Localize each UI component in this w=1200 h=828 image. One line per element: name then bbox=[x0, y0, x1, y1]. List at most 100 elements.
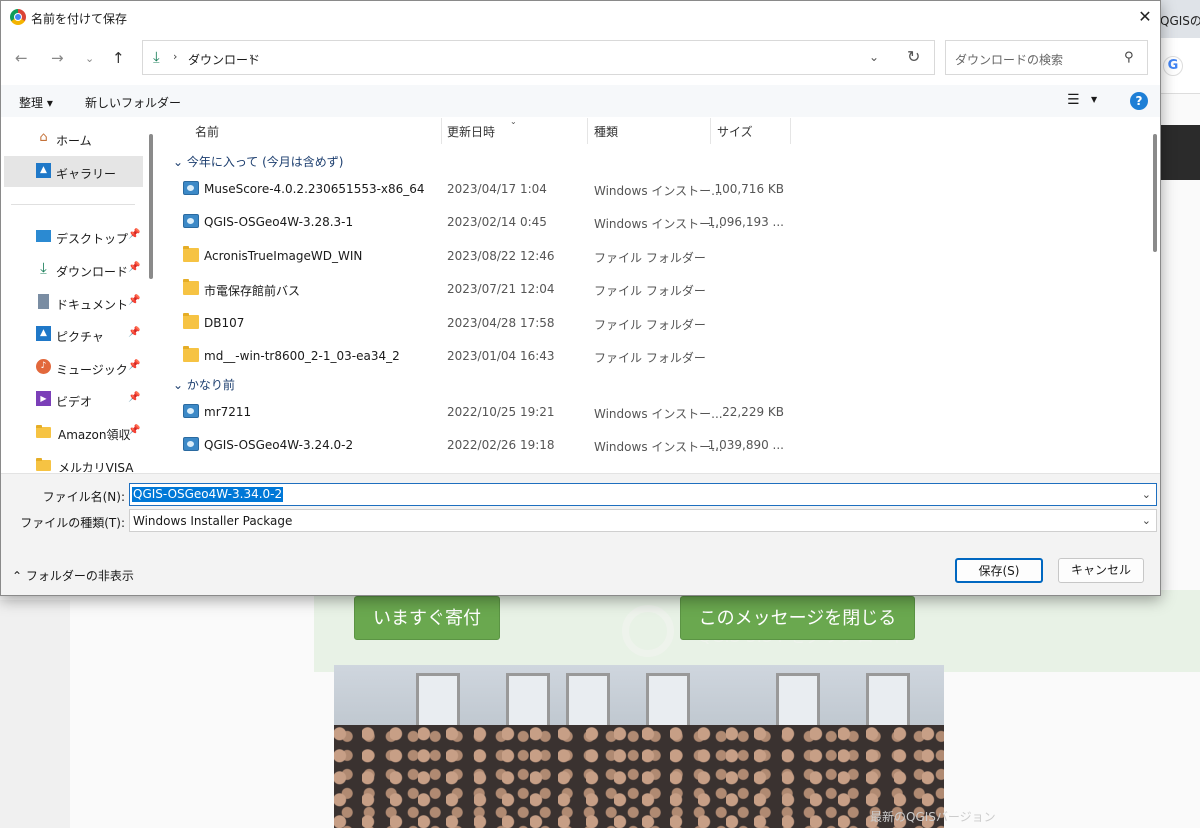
column-header-size[interactable]: サイズ bbox=[711, 118, 753, 144]
folder-icon bbox=[183, 313, 199, 329]
save-as-dialog: 名前を付けて保存 ✕ ← → ⌄ ↑ ⤓ › ダウンロード › ⌄ ↻ ダウンロ… bbox=[0, 0, 1161, 596]
forward-arrow-icon[interactable]: → bbox=[51, 49, 64, 67]
group-header-long-ago[interactable]: ⌄ かなり前 bbox=[173, 376, 235, 393]
sidebar-item-mercari[interactable]: メルカリVISA bbox=[4, 450, 143, 472]
sidebar-item-label: ダウンロード bbox=[56, 265, 129, 279]
column-header-date[interactable]: 更新日時 bbox=[441, 118, 495, 144]
sort-descending-icon: ⌄ bbox=[510, 118, 517, 126]
file-row[interactable]: AcronisTrueImageWD_WIN 2023/08/22 12:46 … bbox=[157, 239, 1150, 272]
address-bar[interactable]: ⤓ › ダウンロード › ⌄ ↻ bbox=[142, 40, 935, 75]
sidebar-item-downloads[interactable]: ⤓ ダウンロード 📌 bbox=[4, 254, 143, 285]
pictures-icon: ▲ bbox=[36, 326, 51, 341]
file-name: 市電保存館前バス bbox=[204, 284, 301, 298]
file-name: QGIS-OSGeo4W-3.28.3-1 bbox=[204, 215, 354, 229]
filename-value[interactable]: QGIS-OSGeo4W-3.34.0-2 bbox=[132, 487, 284, 502]
chevron-down-icon[interactable]: ⌄ bbox=[1142, 488, 1151, 501]
community-photo bbox=[334, 665, 944, 828]
search-input[interactable]: ダウンロードの検索 bbox=[955, 51, 1063, 68]
column-header-type[interactable]: 種類 bbox=[588, 118, 618, 144]
view-options-icon[interactable]: ☰ bbox=[1067, 92, 1080, 108]
music-icon: ♪ bbox=[36, 359, 51, 374]
file-row[interactable]: QGIS-OSGeo4W-3.24.0-2 2022/02/26 19:18 W… bbox=[157, 428, 1150, 461]
pin-icon[interactable]: 📌 bbox=[128, 229, 140, 240]
chevron-right-icon[interactable]: › bbox=[173, 50, 177, 63]
hide-folders-toggle[interactable]: ⌃ フォルダーの非表示 bbox=[12, 567, 134, 584]
google-icon[interactable]: G bbox=[1163, 56, 1183, 76]
chevron-down-icon[interactable]: ▼ bbox=[1091, 95, 1097, 104]
sidebar-item-pictures[interactable]: ▲ ピクチャ 📌 bbox=[4, 319, 143, 350]
filetype-select[interactable]: Windows Installer Package ⌄ bbox=[129, 509, 1157, 532]
pin-icon[interactable]: 📌 bbox=[128, 262, 140, 273]
file-row[interactable]: mr7211 2022/10/25 19:21 Windows インストー...… bbox=[157, 395, 1150, 428]
help-icon[interactable]: ? bbox=[1130, 92, 1148, 110]
sidebar-item-gallery[interactable]: ▲ ギャラリー bbox=[4, 156, 143, 187]
recent-locations-chevron-icon[interactable]: ⌄ bbox=[85, 52, 94, 65]
file-date: 2023/01/04 16:43 bbox=[447, 349, 555, 363]
sidebar-item-label: メルカリVISA bbox=[58, 461, 134, 472]
chevron-down-icon: ⌄ bbox=[173, 378, 187, 392]
search-box[interactable]: ダウンロードの検索 ⚲ bbox=[945, 40, 1148, 75]
filetype-value: Windows Installer Package bbox=[133, 514, 293, 528]
chevron-right-icon[interactable]: › bbox=[249, 50, 253, 63]
file-row[interactable]: MuseScore-4.0.2.230651553-x86_64 2023/04… bbox=[157, 172, 1150, 205]
sidebar-item-amazon[interactable]: Amazon領収 📌 bbox=[4, 417, 143, 448]
sidebar-item-label: ホーム bbox=[56, 134, 92, 148]
file-type: Windows インストー... bbox=[594, 217, 723, 231]
sidebar-item-desktop[interactable]: デスクトップ 📌 bbox=[4, 221, 143, 252]
folder-icon bbox=[183, 246, 199, 262]
up-arrow-icon[interactable]: ↑ bbox=[112, 49, 125, 67]
pin-icon[interactable]: 📌 bbox=[128, 425, 140, 436]
refresh-icon[interactable]: ↻ bbox=[907, 47, 920, 66]
file-row[interactable]: md__-win-tr8600_2-1_03-ea34_2 2023/01/04… bbox=[157, 339, 1150, 372]
file-size: 1,039,890 ... bbox=[707, 438, 784, 452]
file-date: 2023/04/28 17:58 bbox=[447, 316, 555, 330]
file-size: 1,096,193 ... bbox=[707, 215, 784, 229]
chrome-icon bbox=[10, 9, 26, 25]
sidebar-item-label: ピクチャ bbox=[56, 330, 104, 344]
donate-now-button[interactable]: いますぐ寄付 bbox=[354, 596, 500, 640]
back-arrow-icon[interactable]: ← bbox=[15, 49, 28, 67]
page-header-dark bbox=[1160, 125, 1200, 180]
search-icon[interactable]: ⚲ bbox=[1124, 50, 1134, 65]
file-list-scrollbar[interactable] bbox=[1153, 134, 1157, 252]
folder-icon bbox=[36, 458, 51, 471]
organize-button[interactable]: 整理 ▾ bbox=[19, 94, 53, 111]
pin-icon[interactable]: 📌 bbox=[128, 392, 140, 403]
file-row[interactable]: DB107 2023/04/28 17:58 ファイル フォルダー bbox=[157, 306, 1150, 339]
sidebar-item-label: ドキュメント bbox=[56, 298, 129, 312]
file-name: MuseScore-4.0.2.230651553-x86_64 bbox=[204, 182, 425, 196]
sidebar-item-documents[interactable]: ドキュメント 📌 bbox=[4, 287, 143, 318]
file-type: Windows インストー... bbox=[594, 440, 723, 454]
sidebar-divider bbox=[11, 204, 135, 205]
pin-icon[interactable]: 📌 bbox=[128, 360, 140, 371]
close-message-button[interactable]: このメッセージを閉じる bbox=[680, 596, 915, 640]
sidebar-item-label: ビデオ bbox=[56, 395, 93, 409]
file-list: 名前 更新日時 ⌄ 種類 サイズ ⌄ 今年に入って (今月は含めず) MuseS… bbox=[157, 118, 1150, 472]
save-button[interactable]: 保存(S) bbox=[955, 558, 1043, 583]
file-name: md__-win-tr8600_2-1_03-ea34_2 bbox=[204, 349, 400, 363]
sidebar-scrollbar[interactable] bbox=[149, 134, 153, 279]
cancel-button[interactable]: キャンセル bbox=[1058, 558, 1144, 583]
sidebar-item-music[interactable]: ♪ ミュージック 📌 bbox=[4, 352, 143, 383]
file-row[interactable]: QGIS-OSGeo4W-3.28.3-1 2023/02/14 0:45 Wi… bbox=[157, 205, 1150, 238]
chevron-down-icon: ⌄ bbox=[173, 155, 187, 169]
document-icon bbox=[38, 294, 49, 309]
pin-icon[interactable]: 📌 bbox=[128, 327, 140, 338]
filename-input[interactable]: QGIS-OSGeo4W-3.34.0-2 ⌄ bbox=[129, 483, 1157, 506]
file-date: 2022/10/25 19:21 bbox=[447, 405, 555, 419]
gallery-icon: ▲ bbox=[36, 163, 51, 178]
file-row[interactable]: 市電保存館前バス 2023/07/21 12:04 ファイル フォルダー bbox=[157, 272, 1150, 305]
file-size: 22,229 KB bbox=[722, 405, 784, 419]
file-type: ファイル フォルダー bbox=[594, 318, 706, 332]
chevron-down-icon[interactable]: ⌄ bbox=[869, 50, 879, 64]
new-folder-button[interactable]: 新しいフォルダー bbox=[85, 94, 181, 111]
close-icon[interactable]: ✕ bbox=[1133, 6, 1157, 28]
sidebar-item-videos[interactable]: ▶ ビデオ 📌 bbox=[4, 384, 143, 415]
chevron-down-icon[interactable]: ⌄ bbox=[1142, 514, 1151, 527]
sidebar-item-label: ギャラリー bbox=[56, 167, 117, 181]
column-header-name[interactable]: 名前 bbox=[189, 118, 219, 144]
group-header-this-year[interactable]: ⌄ 今年に入って (今月は含めず) bbox=[173, 153, 343, 170]
folder-icon bbox=[36, 425, 51, 438]
pin-icon[interactable]: 📌 bbox=[128, 295, 140, 306]
sidebar-item-home[interactable]: ⌂ ホーム bbox=[4, 123, 143, 154]
